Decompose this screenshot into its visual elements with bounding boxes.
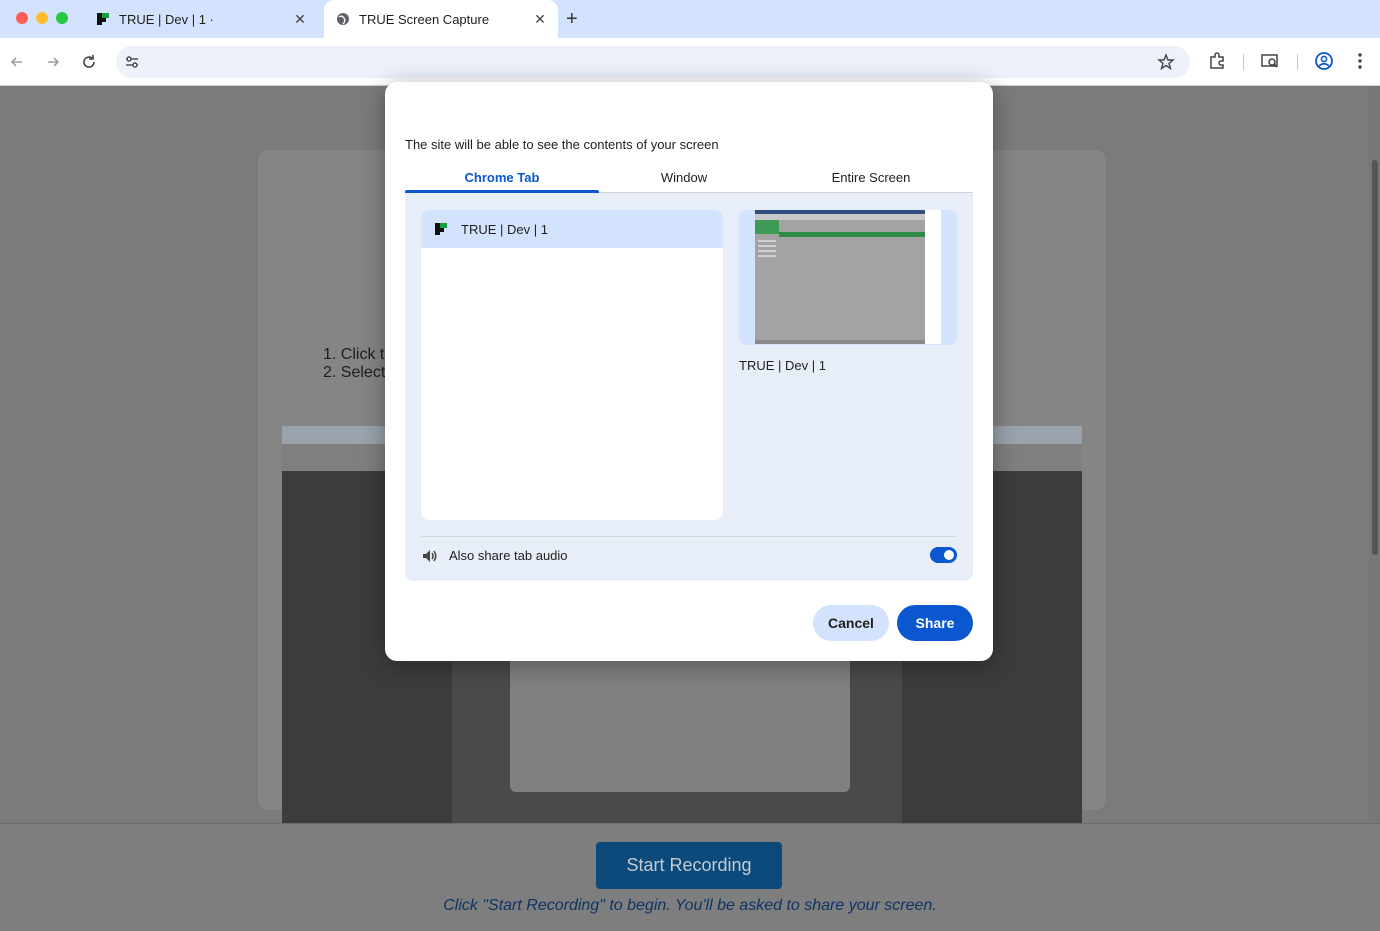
browser-tab-screen-capture[interactable]: TRUE Screen Capture ✕: [324, 0, 558, 38]
arrow-right-icon[interactable]: [42, 52, 64, 72]
step-2: 2. Select: [323, 364, 386, 381]
true-logo-icon: [435, 223, 447, 235]
minimize-window-button[interactable]: [36, 12, 48, 24]
tab-strip: TRUE | Dev | 1 · ✕ TRUE Screen Capture ✕…: [0, 0, 1380, 38]
cancel-button[interactable]: Cancel: [813, 605, 889, 641]
toolbar-divider: [1243, 54, 1244, 70]
list-item[interactable]: TRUE | Dev | 1: [421, 210, 723, 248]
instruction-steps: 1. Click t 2. Select: [323, 346, 385, 382]
start-recording-button[interactable]: Start Recording: [596, 842, 782, 889]
step-1: 1. Click t: [323, 346, 385, 363]
preview-thumbnail: [755, 210, 941, 344]
toggle-knob: [944, 550, 954, 560]
tab-title: TRUE | Dev | 1 ·: [119, 11, 214, 27]
browser-toolbar: [0, 38, 1380, 86]
preview-label: TRUE | Dev | 1: [739, 358, 826, 373]
true-logo-icon: [97, 13, 109, 25]
tab-list: TRUE | Dev | 1: [421, 210, 723, 520]
share-button[interactable]: Share: [897, 605, 973, 641]
account-circle-icon[interactable]: [1314, 51, 1334, 71]
address-bar[interactable]: [116, 46, 1190, 78]
close-tab-icon[interactable]: ✕: [292, 11, 308, 28]
tab-title: TRUE Screen Capture: [359, 11, 490, 27]
tune-icon[interactable]: [124, 54, 140, 70]
browser-tab-dev[interactable]: TRUE | Dev | 1 · ✕: [84, 0, 318, 38]
volume-icon: [423, 550, 437, 562]
puzzle-icon[interactable]: [1207, 51, 1227, 71]
new-tab-button[interactable]: +: [566, 8, 578, 30]
dialog-subtitle: The site will be able to see the content…: [405, 137, 719, 152]
share-audio-label: Also share tab audio: [449, 548, 568, 563]
scrollbar-thumb[interactable]: [1372, 160, 1378, 555]
list-item-label: TRUE | Dev | 1: [461, 221, 548, 237]
more-vert-icon[interactable]: [1350, 51, 1370, 71]
close-tab-icon[interactable]: ✕: [532, 11, 548, 28]
arrow-left-icon[interactable]: [6, 52, 28, 72]
hint-text: Click "Start Recording" to begin. You'll…: [443, 897, 937, 914]
share-panel: TRUE | Dev | 1 TRUE | Dev | 1 Also share…: [405, 193, 973, 581]
tab-entire-screen[interactable]: Entire Screen: [769, 170, 973, 194]
close-window-button[interactable]: [16, 12, 28, 24]
audio-divider: [421, 536, 957, 537]
tab-preview: [739, 210, 957, 345]
share-audio-toggle[interactable]: [930, 547, 957, 563]
globe-icon: [337, 13, 349, 25]
cast-search-icon[interactable]: [1260, 51, 1280, 71]
reload-icon[interactable]: [78, 52, 100, 72]
tab-window[interactable]: Window: [599, 170, 769, 194]
maximize-window-button[interactable]: [56, 12, 68, 24]
star-icon[interactable]: [1157, 53, 1175, 71]
screen-share-dialog: The site will be able to see the content…: [385, 82, 993, 661]
toolbar-divider: [1297, 54, 1298, 70]
